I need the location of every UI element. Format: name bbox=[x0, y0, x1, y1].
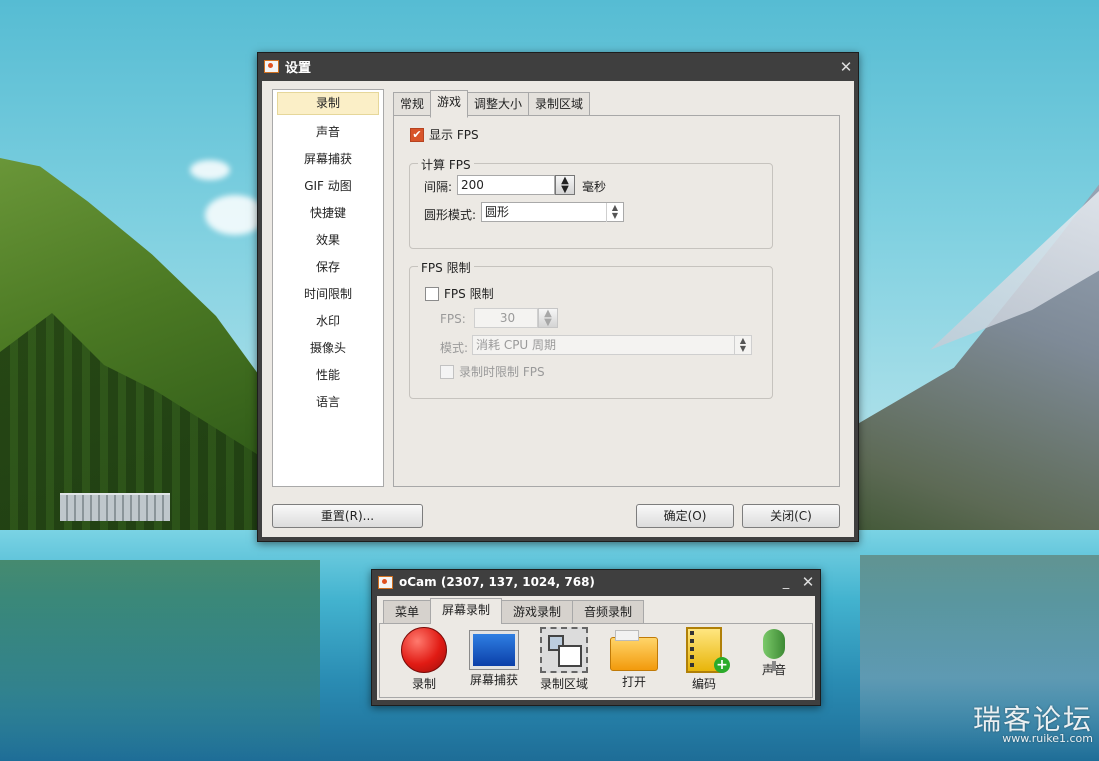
open-label: 打开 bbox=[621, 675, 646, 689]
tab-screen-record[interactable]: 屏幕录制 bbox=[430, 598, 503, 624]
record-limit-row[interactable]: 录制时限制 FPS bbox=[440, 363, 545, 380]
open-button[interactable]: 打开 bbox=[604, 627, 664, 690]
category-item-record[interactable]: 录制 bbox=[277, 92, 379, 115]
ocam-body: 菜单 屏幕录制 游戏录制 音频录制 录制 屏幕捕获 录制区域 打开 + 编码 bbox=[377, 596, 815, 700]
close-icon[interactable]: ✕ bbox=[796, 573, 820, 591]
category-item-sound[interactable]: 声音 bbox=[277, 119, 379, 146]
screen-capture-button[interactable]: 屏幕捕获 bbox=[464, 627, 524, 688]
wallpaper-reflection bbox=[0, 560, 320, 761]
fps-limit-label: FPS 限制 bbox=[444, 287, 494, 301]
tab-game-record[interactable]: 游戏录制 bbox=[501, 600, 574, 623]
close-button[interactable]: 关闭(C) bbox=[742, 504, 840, 528]
shape-mode-value: 圆形 bbox=[485, 205, 510, 219]
category-item-time-limit[interactable]: 时间限制 bbox=[277, 281, 379, 308]
record-limit-checkbox[interactable] bbox=[440, 364, 454, 379]
category-list: 录制 声音 屏幕捕获 GIF 动图 快捷键 效果 保存 时间限制 水印 摄像头 … bbox=[272, 89, 384, 487]
ocam-tabs: 菜单 屏幕录制 游戏录制 音频录制 bbox=[383, 598, 645, 624]
interval-input[interactable]: 200 bbox=[457, 175, 555, 195]
tab-resize[interactable]: 调整大小 bbox=[467, 92, 530, 116]
ocam-titlebar[interactable]: oCam (2307, 137, 1024, 768) _ ✕ bbox=[372, 570, 820, 594]
game-tab-panel: ✔ 显示 FPS 计算 FPS 间隔: 200 ▲ ▼ 毫秒 圆形模式: 圆形 ▲… bbox=[393, 115, 840, 487]
sound-button[interactable]: 声音 bbox=[744, 627, 804, 678]
record-area-button[interactable]: 录制区域 bbox=[534, 627, 594, 692]
fps-input[interactable]: 30 bbox=[474, 308, 538, 328]
folder-icon bbox=[610, 630, 658, 671]
category-item-screen-capture[interactable]: 屏幕捕获 bbox=[277, 146, 379, 173]
show-fps-checkbox[interactable]: ✔ bbox=[410, 127, 424, 142]
record-label: 录制 bbox=[411, 677, 436, 691]
category-item-gif[interactable]: GIF 动图 bbox=[277, 173, 379, 200]
category-item-hotkeys[interactable]: 快捷键 bbox=[277, 200, 379, 227]
fps-label: FPS: bbox=[440, 312, 466, 326]
mode-label: 模式: bbox=[440, 341, 469, 355]
arrow-down-icon: ▼ bbox=[544, 317, 552, 328]
shape-mode-select[interactable]: 圆形 ▲ ▼ bbox=[481, 202, 624, 222]
encode-button[interactable]: 编码 bbox=[674, 627, 734, 692]
ocam-toolbar: 录制 屏幕捕获 录制区域 打开 编码 声音 bbox=[379, 623, 813, 698]
tab-menu[interactable]: 菜单 bbox=[383, 600, 432, 623]
ocam-app-icon bbox=[378, 575, 393, 589]
show-fps-row[interactable]: ✔ 显示 FPS bbox=[410, 126, 479, 143]
capture-area-icon bbox=[540, 627, 588, 673]
wallpaper-cloud bbox=[205, 195, 265, 235]
tab-general[interactable]: 常规 bbox=[393, 92, 432, 116]
fps-limit-row[interactable]: FPS 限制 bbox=[425, 285, 494, 302]
ok-button[interactable]: 确定(O) bbox=[636, 504, 734, 528]
calc-fps-group-title: 计算 FPS bbox=[418, 156, 474, 173]
category-item-watermark[interactable]: 水印 bbox=[277, 308, 379, 335]
tab-game[interactable]: 游戏 bbox=[430, 90, 469, 118]
close-icon[interactable]: ✕ bbox=[834, 58, 858, 76]
mode-value: 消耗 CPU 周期 bbox=[476, 338, 557, 352]
record-area-label: 录制区域 bbox=[539, 677, 588, 691]
arrow-down-icon: ▼ bbox=[561, 184, 569, 195]
record-button[interactable]: 录制 bbox=[394, 627, 454, 692]
interval-unit: 毫秒 bbox=[582, 180, 607, 194]
category-item-webcam[interactable]: 摄像头 bbox=[277, 335, 379, 362]
calc-fps-group: 计算 FPS 间隔: 200 ▲ ▼ 毫秒 圆形模式: 圆形 ▲ ▼ bbox=[409, 156, 773, 249]
settings-tabs: 常规 游戏 调整大小 录制区域 bbox=[393, 90, 591, 118]
film-add-icon bbox=[686, 627, 730, 673]
record-limit-label: 录制时限制 FPS bbox=[459, 365, 545, 379]
fps-spinner[interactable]: ▲ ▼ bbox=[538, 308, 558, 328]
category-item-language[interactable]: 语言 bbox=[277, 389, 379, 416]
interval-label: 间隔: bbox=[424, 180, 453, 194]
category-item-effects[interactable]: 效果 bbox=[277, 227, 379, 254]
mode-select[interactable]: 消耗 CPU 周期 ▲ ▼ bbox=[472, 335, 752, 355]
fps-limit-checkbox[interactable] bbox=[425, 286, 439, 301]
watermark: 瑞客论坛 www.ruike1.com bbox=[973, 704, 1093, 746]
tab-audio-record[interactable]: 音频录制 bbox=[572, 600, 645, 623]
show-fps-label: 显示 FPS bbox=[429, 128, 479, 142]
category-item-performance[interactable]: 性能 bbox=[277, 362, 379, 389]
chevron-updown-icon: ▲ ▼ bbox=[734, 336, 751, 355]
screen-capture-label: 屏幕捕获 bbox=[469, 673, 518, 687]
reset-button[interactable]: 重置(R)... bbox=[272, 504, 423, 528]
settings-titlebar[interactable]: 设置 ✕ bbox=[258, 53, 858, 80]
tab-record-area[interactable]: 录制区域 bbox=[528, 92, 591, 116]
wallpaper-cloud bbox=[190, 160, 230, 180]
encode-label: 编码 bbox=[691, 677, 716, 691]
chevron-updown-icon: ▲ ▼ bbox=[606, 203, 623, 222]
minimize-icon[interactable]: _ bbox=[776, 575, 796, 590]
settings-title: 设置 bbox=[285, 61, 312, 76]
category-item-save[interactable]: 保存 bbox=[277, 254, 379, 281]
ocam-window: oCam (2307, 137, 1024, 768) _ ✕ 菜单 屏幕录制 … bbox=[371, 569, 821, 706]
shape-mode-label: 圆形模式: bbox=[424, 208, 477, 222]
wallpaper-bridge bbox=[60, 493, 170, 521]
interval-spinner[interactable]: ▲ ▼ bbox=[555, 175, 575, 195]
fps-limit-group-title: FPS 限制 bbox=[418, 259, 474, 276]
settings-dialog: 设置 ✕ 录制 声音 屏幕捕获 GIF 动图 快捷键 效果 保存 时间限制 水印… bbox=[257, 52, 859, 542]
fps-limit-group: FPS 限制 FPS 限制 FPS: 30 ▲ ▼ 模式: 消耗 CPU 周期 ▲… bbox=[409, 259, 773, 399]
monitor-icon bbox=[470, 631, 518, 669]
settings-body: 录制 声音 屏幕捕获 GIF 动图 快捷键 效果 保存 时间限制 水印 摄像头 … bbox=[262, 81, 854, 537]
ocam-app-icon bbox=[264, 60, 279, 73]
microphone-icon bbox=[763, 629, 785, 671]
ocam-title: oCam (2307, 137, 1024, 768) bbox=[399, 575, 595, 589]
record-icon bbox=[401, 627, 447, 673]
